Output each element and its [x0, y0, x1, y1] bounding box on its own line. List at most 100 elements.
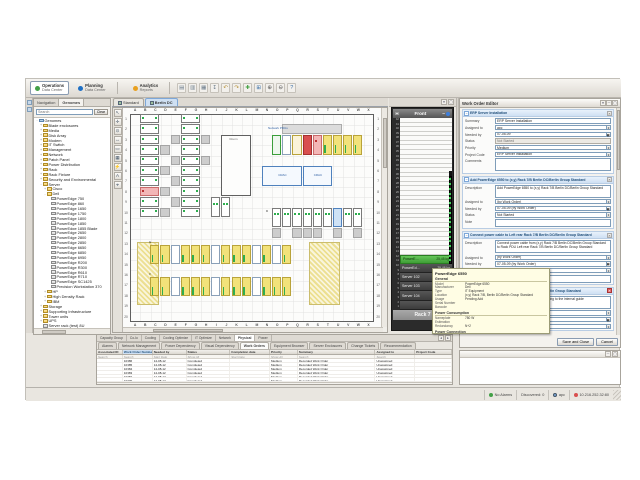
floor-rack[interactable] [221, 197, 230, 217]
column-filter[interactable]: Start Date [230, 355, 270, 359]
save-icon[interactable]: ▤ [177, 83, 186, 93]
rack-view-options-icon[interactable]: ▾ [441, 99, 447, 105]
view-tab-network-management[interactable]: Network Management [118, 342, 160, 349]
perforated-tile[interactable] [303, 228, 312, 237]
calendar-icon[interactable]: ▦ [606, 206, 612, 212]
editor-tab-standard[interactable]: Standard [113, 98, 144, 106]
resize-grip[interactable] [613, 390, 621, 400]
floor-rack[interactable] [181, 156, 200, 165]
column-filter[interactable]: Search [298, 355, 376, 359]
editor-tab-berlin-dc[interactable]: Berlin DC [145, 98, 178, 106]
floor-rack[interactable] [282, 245, 291, 264]
tab-scroll-left-icon[interactable]: ◂ [438, 335, 444, 341]
floor-rack[interactable] [252, 245, 261, 264]
floor-rack[interactable] [262, 245, 271, 264]
close-section-icon[interactable]: ✕ [607, 233, 612, 238]
section-expand-icon[interactable]: − [464, 177, 469, 182]
floor-rack[interactable] [221, 277, 230, 296]
floorplan-vertical-scrollbar[interactable] [381, 108, 387, 327]
calendar-icon[interactable]: ▦ [606, 132, 612, 138]
perspective-analytics[interactable]: AnalyticsReports [128, 81, 164, 95]
floor-rack[interactable] [171, 277, 180, 296]
rack-device[interactable]: PowerE...25,45 kg [400, 255, 452, 264]
floor-rack[interactable] [242, 277, 251, 296]
dropdown-arrow-icon[interactable]: ▾ [606, 324, 611, 330]
table-row[interactable]: 1037914-08-12CompletedMediumRecorded Wor… [97, 378, 452, 382]
zoom-in-icon[interactable]: ⊕ [265, 83, 274, 93]
floor-rack[interactable] [181, 145, 200, 154]
field-input[interactable]: 07-05-09 [495, 132, 611, 138]
field-input[interactable]: ERP Server Installation [495, 118, 611, 124]
floor-rack[interactable] [140, 114, 159, 123]
perforated-tile[interactable] [333, 228, 342, 237]
floor-rack[interactable] [333, 135, 342, 155]
floor-rack[interactable] [181, 208, 200, 217]
floor-rack[interactable] [343, 135, 352, 155]
pan-tool-icon[interactable]: ✛ [114, 118, 122, 126]
perspective-operations[interactable]: OperationsData Center [30, 81, 69, 95]
floor-rack[interactable] [201, 245, 210, 264]
floor-rack[interactable] [272, 208, 281, 228]
floor-rack[interactable] [181, 135, 200, 144]
panel-maximize-icon[interactable]: ▢ [612, 100, 618, 106]
redo-icon[interactable]: ↷ [232, 83, 241, 93]
floor-rack[interactable] [272, 277, 281, 296]
dropdown-arrow-icon[interactable]: ▾ [606, 199, 611, 205]
field-textarea[interactable]: Connect power cable from (x,y) Rack 7/B … [495, 240, 611, 253]
floor-rack[interactable] [150, 277, 159, 296]
floor-rack[interactable] [303, 135, 312, 155]
floor-rack[interactable] [140, 166, 159, 175]
power-path-tool-icon[interactable]: ⚡ [114, 163, 122, 171]
cancel-button[interactable]: Cancel [596, 338, 618, 346]
floor-rack[interactable] [140, 124, 159, 133]
floor-rack[interactable] [181, 197, 200, 206]
view-tab-visual-dependency[interactable]: Visual Dependency [201, 342, 239, 349]
floor-rack[interactable] [353, 135, 362, 155]
floor-rack[interactable] [221, 245, 230, 264]
zoom-tool-icon[interactable]: ⊙ [114, 127, 122, 135]
floor-rack[interactable] [343, 208, 352, 228]
floor-rack[interactable] [292, 208, 301, 228]
column-filter[interactable]: Search [123, 355, 153, 359]
column-filter[interactable] [415, 355, 452, 359]
layer-tab-physical[interactable]: Physical [235, 335, 255, 341]
column-filter[interactable]: Search [375, 355, 415, 359]
column-filter[interactable]: Search [97, 355, 123, 359]
add-rack-icon[interactable]: ✚ [243, 83, 252, 93]
column-header[interactable]: Status [187, 350, 231, 354]
column-header[interactable]: Needed by [153, 350, 187, 354]
dropdown-arrow-icon[interactable]: ▾ [606, 152, 611, 158]
perforated-tile[interactable] [171, 135, 180, 144]
floor-rack[interactable] [211, 245, 220, 264]
floor-rack[interactable] [140, 197, 159, 206]
close-section-icon[interactable]: ✕ [607, 177, 612, 182]
floorplan-canvas[interactable]: AABBCCDDEEFFGGHHIIJJKKLLMMNNOOPPQQRRSSTT… [123, 108, 383, 327]
floor-rack[interactable] [140, 135, 159, 144]
help-icon[interactable]: ? [287, 83, 296, 93]
floor-rack[interactable] [140, 187, 159, 196]
floor-rack[interactable] [232, 245, 241, 264]
floor-rack[interactable] [181, 114, 200, 123]
column-header[interactable]: Associated ID [97, 350, 123, 354]
dropdown-arrow-icon[interactable]: ▾ [606, 268, 611, 274]
floor-rack[interactable] [191, 277, 200, 296]
dropdown-arrow-icon[interactable]: ▾ [606, 310, 611, 316]
floor-rack[interactable] [181, 176, 200, 185]
floor-rack[interactable] [303, 208, 312, 228]
rack-view-maximize-icon[interactable]: ▢ [448, 99, 454, 105]
floor-rack[interactable] [181, 245, 190, 264]
floor-rack[interactable] [313, 208, 322, 228]
field-input[interactable]: (by Work Order) [495, 199, 611, 205]
floor-rack[interactable] [191, 245, 200, 264]
perforated-tile[interactable] [272, 228, 281, 237]
layer-tab-capacity-group[interactable]: Capacity Group [97, 335, 127, 341]
floor-rack[interactable] [181, 187, 200, 196]
undo-icon[interactable]: ↶ [221, 83, 230, 93]
field-input[interactable]: 07-05-09 (by Work Order) [495, 206, 611, 212]
floor-rack[interactable] [211, 197, 220, 217]
perforated-tile[interactable] [292, 228, 301, 237]
layer-tab-network[interactable]: Network [216, 335, 235, 341]
floor-rack[interactable] [140, 208, 159, 217]
calendar-icon[interactable]: ▦ [606, 317, 612, 323]
column-header[interactable]: Work Order Number [123, 350, 153, 354]
